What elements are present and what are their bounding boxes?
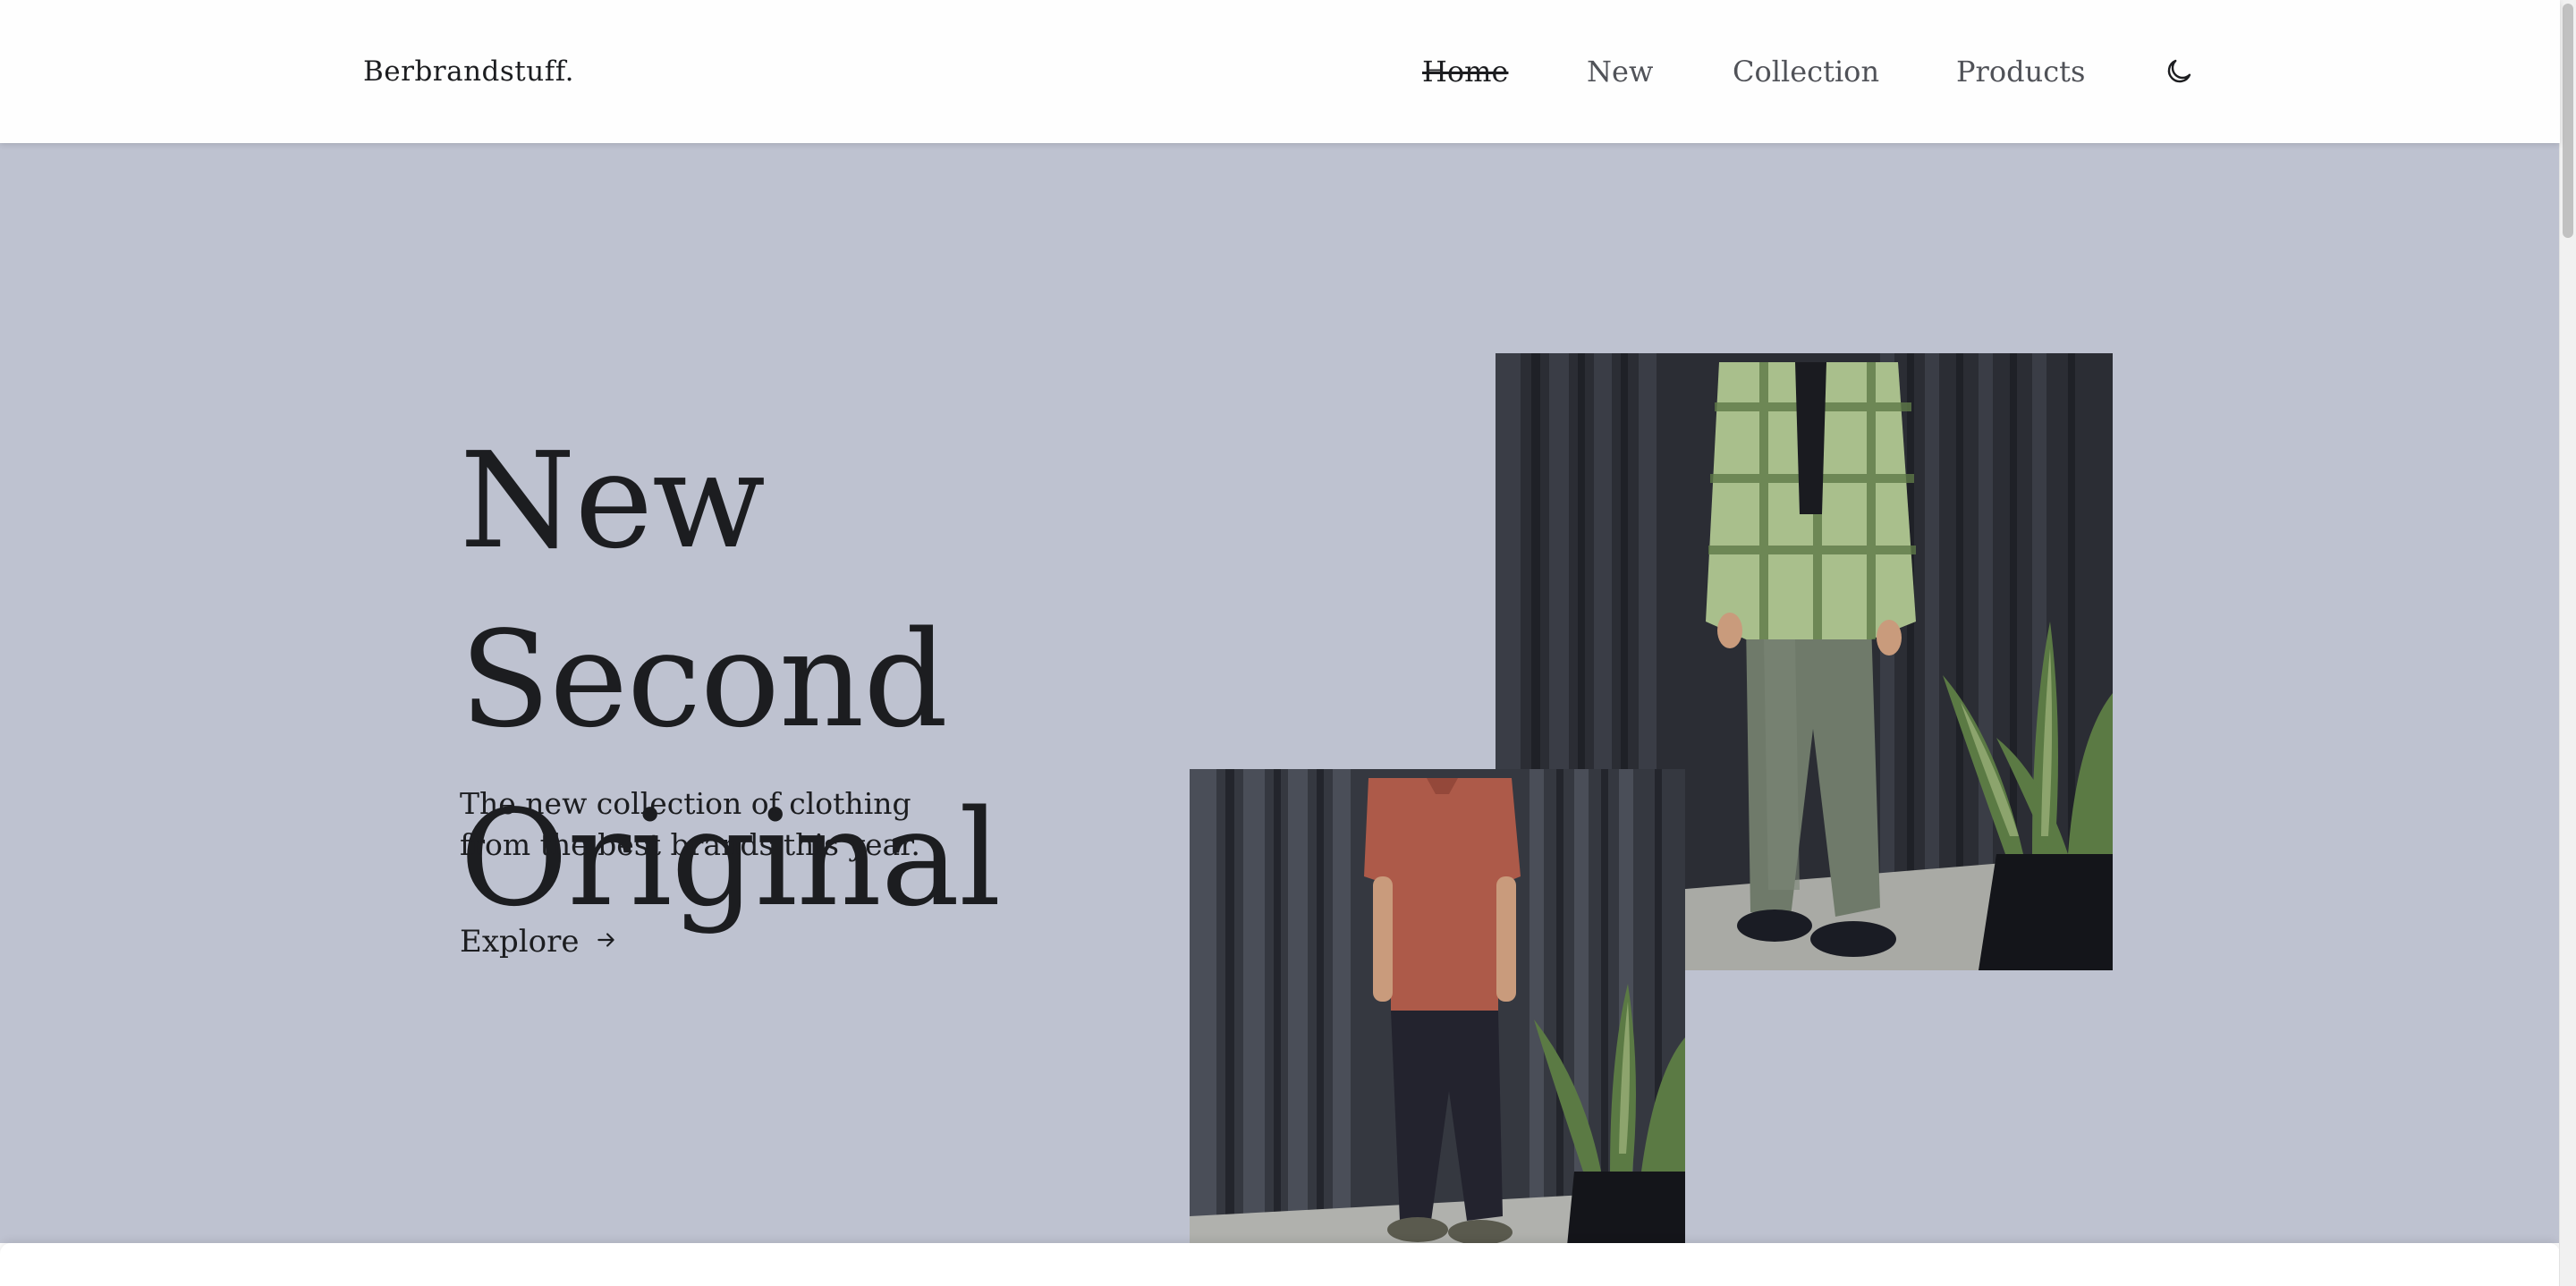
page-scrollbar[interactable] xyxy=(2559,0,2576,1286)
moon-icon[interactable] xyxy=(2163,55,2195,88)
hero-title: New Second Original xyxy=(460,411,1265,948)
explore-button[interactable]: Explore xyxy=(460,921,618,962)
scrollbar-thumb[interactable] xyxy=(2563,4,2573,238)
explore-label: Explore xyxy=(460,924,580,960)
hero-title-line-1: New Second xyxy=(460,424,948,757)
site-header: Berbrandstuff. Home New Collection Produ… xyxy=(0,0,2560,143)
nav-products[interactable]: Products xyxy=(1956,54,2085,89)
hero-section: New Second Original The new collection o… xyxy=(0,143,2560,1265)
nav-home[interactable]: Home xyxy=(1422,54,1508,89)
site-logo[interactable]: Berbrandstuff. xyxy=(363,54,574,89)
red-tshirt-black-pants-photo xyxy=(1190,769,1685,1265)
next-section-edge xyxy=(0,1243,2560,1286)
nav-collection[interactable]: Collection xyxy=(1733,54,1879,89)
arrow-right-icon xyxy=(595,921,618,962)
hero-subtitle: The new collection of clothing from the … xyxy=(460,786,920,862)
nav-new[interactable]: New xyxy=(1587,54,1653,89)
